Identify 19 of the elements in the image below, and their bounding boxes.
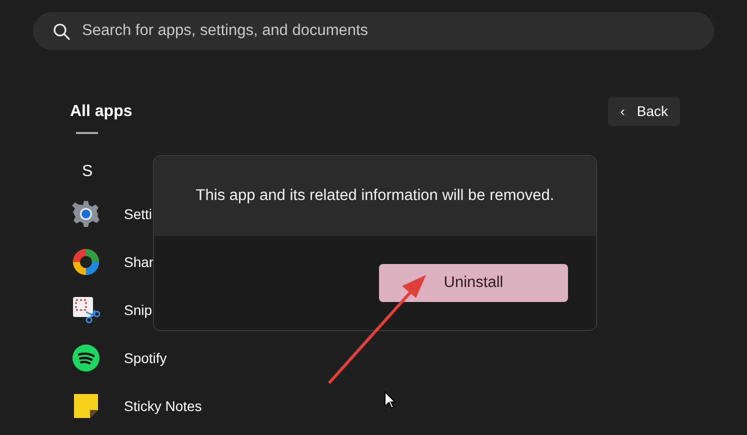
sound-waves-icon xyxy=(72,344,100,372)
uninstall-button[interactable]: Uninstall xyxy=(379,264,568,302)
mouse-cursor-icon xyxy=(384,391,396,409)
app-list-item[interactable]: Sticky Notes xyxy=(72,392,202,420)
section-title: All apps xyxy=(70,102,132,122)
group-letter: S xyxy=(82,162,93,182)
search-icon xyxy=(53,22,70,40)
app-list-item[interactable]: Setti xyxy=(72,200,152,228)
app-list-item[interactable]: Spotify xyxy=(72,344,167,372)
dialog-message: This app and its related information will be removed. xyxy=(196,186,554,206)
gear-icon xyxy=(72,200,100,228)
back-button[interactable]: ‹ Back xyxy=(608,97,680,126)
scissors-icon xyxy=(72,296,100,324)
swirl-icon xyxy=(72,248,100,276)
app-list-item[interactable]: Shar xyxy=(72,248,154,276)
sticky-note-icon xyxy=(72,392,100,420)
app-list-item[interactable]: Snip xyxy=(72,296,152,324)
search-field[interactable]: Search for apps, settings, and documents xyxy=(33,12,714,50)
search-input[interactable]: Search for apps, settings, and documents xyxy=(82,19,694,43)
